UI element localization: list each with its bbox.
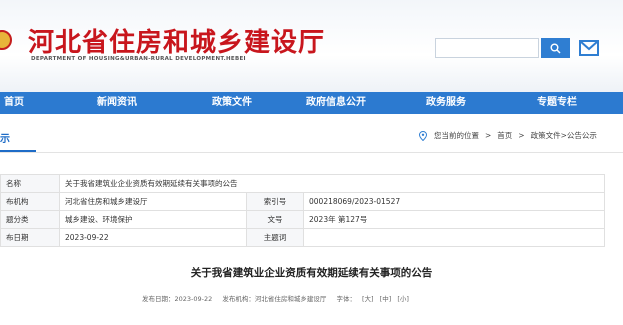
article-title: 关于我省建筑业企业资质有效期延续有关事项的公告 xyxy=(190,267,433,279)
row-value: 城乡建设、环境保护 xyxy=(59,210,247,229)
breadcrumb-prefix: 您当前的位置 xyxy=(434,131,479,140)
document-info-table: 名称 关于我省建筑业企业资质有效期延续有关事项的公告 布机构 河北省住房和城乡建… xyxy=(0,174,605,247)
table-row: 布机构 河北省住房和城乡建设厅 索引号 000218069/2023-01527 xyxy=(0,192,605,211)
nav-item-news[interactable]: 新闻资讯 xyxy=(97,92,137,114)
font-size-label: 字体： xyxy=(336,295,356,303)
row-value xyxy=(303,228,605,247)
nav-item-policy[interactable]: 政策文件 xyxy=(212,92,252,114)
breadcrumb: 您当前的位置 > 首页 > 政策文件>公告公示 xyxy=(418,130,603,141)
row-label: 布日期 xyxy=(0,228,60,247)
row-value: 2023年 第127号 xyxy=(303,210,605,229)
section-title: 示 xyxy=(0,134,10,145)
row-label: 题分类 xyxy=(0,210,60,229)
table-row: 题分类 城乡建设、环境保护 文号 2023年 第127号 xyxy=(0,210,605,229)
nav-item-topics[interactable]: 专题专栏 xyxy=(537,92,577,114)
site-title[interactable]: 河北省住房和城乡建设厅 xyxy=(28,22,325,59)
font-large-button[interactable]: [大] xyxy=(362,295,374,303)
main-nav: 首页 新闻资讯 政策文件 政府信息公开 政务服务 专题专栏 xyxy=(0,92,623,114)
row-label: 主题词 xyxy=(246,228,304,247)
row-value: 河北省住房和城乡建设厅 xyxy=(59,192,247,211)
nav-item-services[interactable]: 政务服务 xyxy=(426,92,466,114)
font-medium-button[interactable]: [中] xyxy=(380,295,392,303)
publish-org: 发布机构：河北省住房和城乡建设厅 xyxy=(222,295,327,303)
table-row: 布日期 2023-09-22 主题词 xyxy=(0,228,605,247)
row-value: 000218069/2023-01527 xyxy=(303,192,605,211)
section-header: 示 您当前的位置 > 首页 > 政策文件>公告公示 xyxy=(0,120,623,153)
section-underline xyxy=(0,150,36,152)
nav-item-home[interactable]: 首页 xyxy=(4,92,24,114)
mail-icon[interactable] xyxy=(579,40,599,56)
row-value: 2023-09-22 xyxy=(59,228,247,247)
row-value: 关于我省建筑业企业资质有效期延续有关事项的公告 xyxy=(59,174,605,193)
site-subtitle: DEPARTMENT OF HOUSING&URBAN-RURAL DEVELO… xyxy=(31,56,246,62)
breadcrumb-home[interactable]: 首页 xyxy=(497,130,512,141)
breadcrumb-current[interactable]: 政策文件>公告公示 xyxy=(531,130,597,141)
row-label: 名称 xyxy=(0,174,60,193)
publish-date: 发布日期：2023-09-22 xyxy=(142,295,213,303)
article-meta: 发布日期：2023-09-22 发布机构：河北省住房和城乡建设厅 字体： [大]… xyxy=(142,293,413,303)
breadcrumb-separator: > xyxy=(518,131,525,140)
emblem-icon xyxy=(0,30,12,50)
search-button[interactable] xyxy=(541,38,570,58)
row-label: 布机构 xyxy=(0,192,60,211)
table-row: 名称 关于我省建筑业企业资质有效期延续有关事项的公告 xyxy=(0,174,605,193)
row-label: 文号 xyxy=(246,210,304,229)
search-input[interactable] xyxy=(435,38,539,58)
site-header: 河北省住房和城乡建设厅 DEPARTMENT OF HOUSING&URBAN-… xyxy=(0,0,623,92)
row-label: 索引号 xyxy=(246,192,304,211)
font-small-button[interactable]: [小] xyxy=(397,295,409,303)
location-pin-icon xyxy=(418,130,428,141)
nav-item-gov-info[interactable]: 政府信息公开 xyxy=(306,92,366,114)
search-icon xyxy=(550,43,561,54)
breadcrumb-separator: > xyxy=(485,131,492,140)
